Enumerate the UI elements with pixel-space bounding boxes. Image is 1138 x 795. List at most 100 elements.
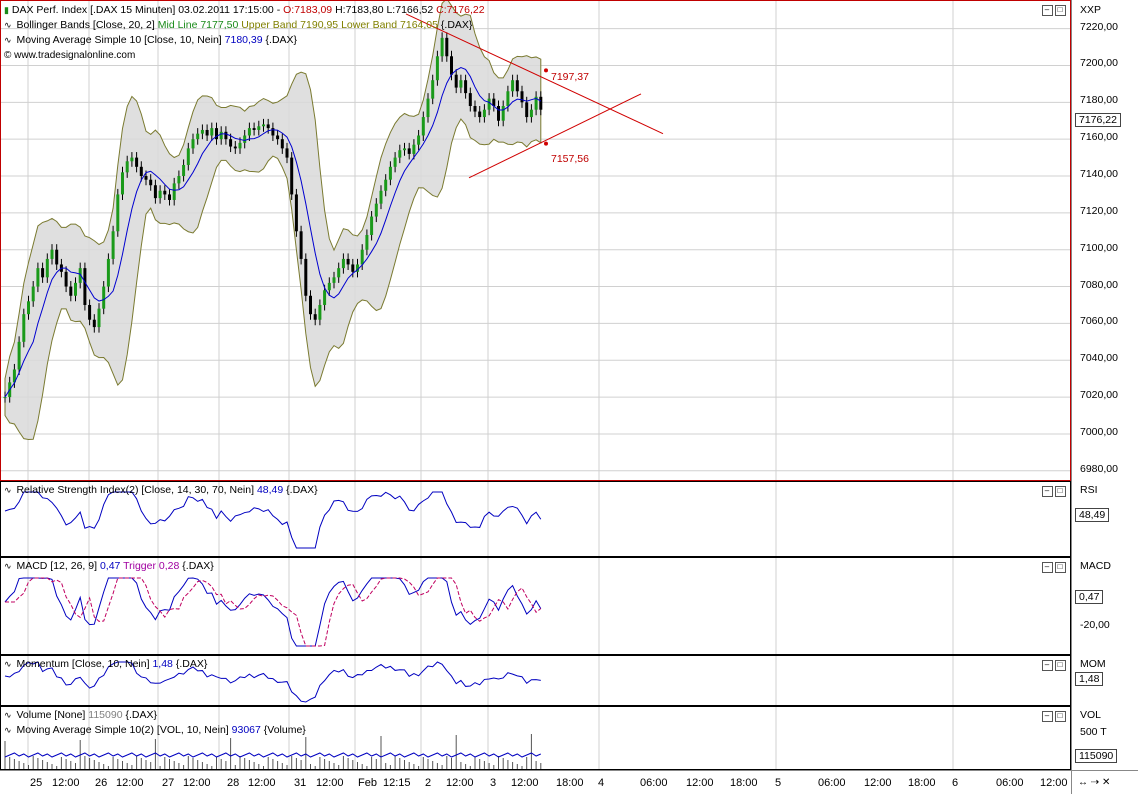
candle-body [88, 304, 92, 320]
price-tick-label: 7120,00 [1080, 204, 1118, 217]
arrow-left-right-icon[interactable]: ↔ [1078, 777, 1088, 788]
indicator-line [4, 491, 542, 549]
volume-bar [389, 765, 391, 769]
volume-bar [441, 765, 443, 769]
rsi-value: 48,49 [256, 484, 284, 496]
arrow-right-icon[interactable]: ⇢ [1091, 777, 1099, 788]
minimize-icon[interactable]: – [1042, 486, 1053, 497]
candle-body [421, 117, 425, 136]
volume-bar [56, 766, 58, 769]
candle-body [497, 106, 500, 121]
volume-bar [385, 763, 387, 769]
minimize-icon[interactable]: – [1042, 660, 1053, 671]
time-label: 12:00 [1040, 777, 1068, 789]
bollinger-suffix: {.DAX} [440, 19, 473, 31]
maximize-icon[interactable]: □ [1055, 660, 1066, 671]
candle-body [473, 106, 477, 112]
candle-body [168, 194, 171, 200]
macd-trigger: Trigger 0,28 [123, 560, 180, 572]
candle-body [257, 126, 261, 130]
volume-label: Volume [None] [16, 709, 86, 721]
wave-icon: ∿ [4, 561, 12, 571]
volume-bar [399, 758, 401, 769]
candle-body [426, 98, 430, 118]
volume-bar [380, 736, 382, 769]
price-tick-label: 7180,00 [1080, 94, 1118, 107]
volume-bar [281, 763, 283, 769]
volume-bar [225, 761, 227, 769]
volume-bar [455, 735, 457, 769]
momentum-value: 1,48 [152, 658, 173, 670]
momentum-value-box: 1,48 [1075, 672, 1104, 686]
volume-bar [216, 757, 217, 769]
candle-body [121, 172, 124, 195]
momentum-axis[interactable]: MOM 1,48 [1071, 655, 1138, 706]
zoom-controls[interactable]: ↔ ⇢ ✕ [1071, 770, 1138, 794]
volume-bar [342, 756, 344, 769]
volume-bar [178, 763, 180, 769]
volume-axis[interactable]: VOL 500 T 115090 [1071, 706, 1138, 770]
candle-body [525, 102, 529, 118]
volume-pane[interactable]: ∿ Volume [None] 115090 {.DAX} ∿ Moving A… [0, 706, 1071, 770]
minimize-icon[interactable]: – [1042, 5, 1053, 16]
time-label: 2 [425, 777, 432, 789]
rsi-axis[interactable]: RSI 48,49 [1071, 481, 1138, 557]
window-buttons[interactable]: – □ [1040, 710, 1066, 722]
maximize-icon[interactable]: □ [1055, 486, 1066, 497]
rsi-suffix: {.DAX} [286, 484, 318, 496]
candle-body [299, 231, 303, 259]
candle-body [238, 142, 242, 149]
price-pane[interactable]: ▮ DAX Perf. Index [.DAX 15 Minuten] 03.0… [0, 0, 1071, 481]
volume-bar [253, 762, 255, 769]
volume-bar [338, 765, 340, 769]
time-axis[interactable]: 25 12:00 26 12:00 27 12:00 28 12:00 31 12:00 Feb 12… [0, 770, 1071, 795]
price-tick-label: 7160,00 [1080, 131, 1118, 144]
rsi-pane[interactable]: ∿ Relative Strength Index(2) [Close, 14,… [0, 481, 1071, 557]
maximize-icon[interactable]: □ [1055, 711, 1066, 722]
time-label: 06:00 [640, 777, 668, 789]
maximize-icon[interactable]: □ [1055, 562, 1066, 573]
candle-body [158, 190, 162, 199]
ma-value: 7180,39 [224, 34, 263, 46]
candle-body [327, 282, 331, 291]
time-label: 12:00 [686, 777, 714, 789]
volume-bar [187, 756, 189, 769]
time-label: 26 [95, 777, 108, 789]
minimize-icon[interactable]: – [1042, 711, 1053, 722]
macd-pane[interactable]: ∿ MACD [12, 26, 9] 0,47 Trigger 0,28 {.D… [0, 557, 1071, 655]
volume-bar [366, 766, 368, 769]
price-axis[interactable]: XXP 7176,22 7220,00 7200,00 7180,00 7160,00… [1071, 0, 1138, 481]
window-buttons[interactable]: – □ [1040, 4, 1066, 16]
momentum-pane[interactable]: ∿ Momentum [Close, 10, Nein] 1,48 {.DAX}… [0, 655, 1071, 706]
candle-body [506, 91, 510, 107]
candle-body [186, 148, 190, 165]
minimize-icon[interactable]: – [1042, 562, 1053, 573]
time-label: 12:00 [864, 777, 892, 789]
candle-body [403, 148, 406, 151]
candle-body [459, 80, 463, 88]
candle-body [482, 109, 486, 118]
close-icon[interactable]: ✕ [1102, 777, 1110, 788]
candle-body [435, 56, 439, 81]
time-label: 12:00 [511, 777, 539, 789]
candle-body [27, 301, 30, 315]
volume-bar [502, 758, 504, 769]
price-tick-label: 6980,00 [1080, 462, 1118, 475]
volume-bar [197, 760, 199, 769]
volume-bar [272, 759, 274, 769]
macd-axis[interactable]: MACD 0,47 -20,00 [1071, 557, 1138, 655]
maximize-icon[interactable]: □ [1055, 5, 1066, 16]
window-buttons[interactable]: – □ [1040, 485, 1066, 497]
candle-body [388, 166, 392, 180]
time-label: 06:00 [818, 777, 846, 789]
candle-body [111, 231, 115, 259]
volume-bar [446, 756, 448, 769]
volume-bar [540, 763, 542, 769]
volume-bar [413, 764, 415, 769]
window-buttons[interactable]: – □ [1040, 659, 1066, 671]
volume-bar [112, 757, 114, 769]
window-buttons[interactable]: – □ [1040, 561, 1066, 573]
volume-bar [4, 741, 6, 769]
rsi-legend: ∿ Relative Strength Index(2) [Close, 14,… [4, 483, 318, 498]
volume-bar [291, 756, 293, 769]
